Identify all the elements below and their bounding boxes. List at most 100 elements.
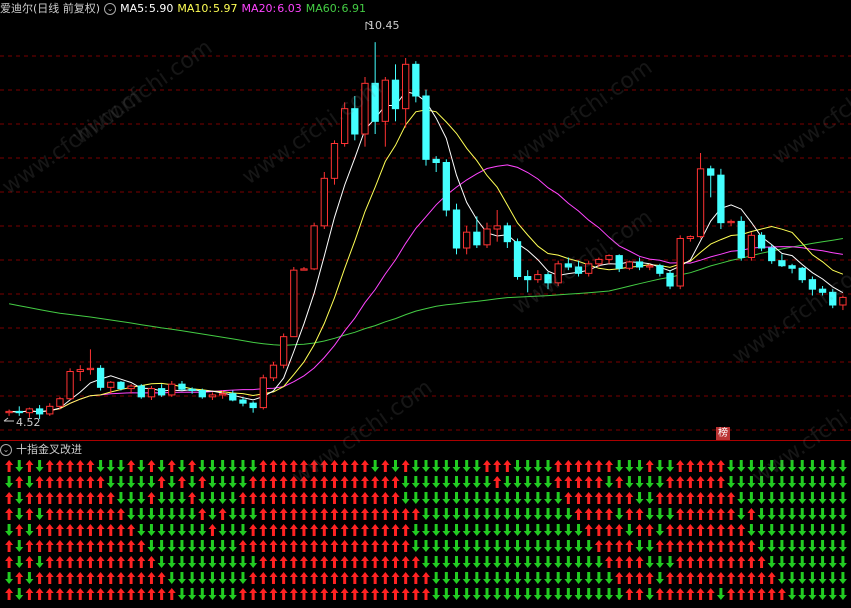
arrow-down-icon	[5, 476, 14, 488]
arrow-down-icon	[818, 524, 827, 536]
arrow-down-icon	[442, 460, 451, 472]
candle-body	[239, 399, 247, 404]
candle-body	[646, 265, 654, 268]
arrow-down-icon	[218, 540, 227, 552]
arrow-down-icon	[25, 476, 34, 488]
arrow-up-icon	[340, 556, 349, 568]
arrow-down-icon	[635, 476, 644, 488]
settings-toggle-icon[interactable]: ⌄	[104, 3, 117, 15]
stock-name[interactable]: 爱迪尔(日线 前复权)	[0, 2, 100, 15]
candle-body	[381, 79, 389, 122]
arrow-up-icon	[25, 460, 34, 472]
arrow-down-icon	[747, 460, 756, 472]
arrow-down-icon	[198, 540, 207, 552]
arrow-up-icon	[360, 524, 369, 536]
arrow-up-icon	[167, 460, 176, 472]
arrow-up-icon	[605, 460, 614, 472]
candle-body	[463, 231, 471, 249]
arrow-up-icon	[299, 540, 308, 552]
arrow-up-icon	[25, 588, 34, 600]
arrow-up-icon	[106, 508, 115, 520]
candle-body	[595, 258, 603, 265]
arrow-up-icon	[127, 572, 136, 584]
arrow-down-icon	[147, 540, 156, 552]
arrow-down-icon	[737, 492, 746, 504]
arrow-up-icon	[605, 492, 614, 504]
arrow-up-icon	[493, 460, 502, 472]
arrow-down-icon	[106, 476, 115, 488]
arrow-down-icon	[167, 556, 176, 568]
arrow-up-icon	[320, 556, 329, 568]
arrow-up-icon	[116, 524, 125, 536]
arrow-down-icon	[493, 492, 502, 504]
arrow-down-icon	[533, 540, 542, 552]
arrow-up-icon	[666, 588, 675, 600]
arrow-up-icon	[411, 508, 420, 520]
ma10-value: 5.97	[213, 2, 238, 15]
arrow-down-icon	[788, 508, 797, 520]
arrow-down-icon	[177, 508, 186, 520]
arrow-down-icon	[167, 540, 176, 552]
arrow-down-icon	[757, 540, 766, 552]
arrow-down-icon	[584, 556, 593, 568]
arrow-down-icon	[5, 572, 14, 584]
arrow-up-icon	[249, 476, 258, 488]
arrow-up-icon	[106, 492, 115, 504]
arrow-down-icon	[777, 524, 786, 536]
arrow-up-icon	[25, 508, 34, 520]
arrow-down-icon	[737, 476, 746, 488]
arrow-down-icon	[462, 556, 471, 568]
candle-body	[351, 108, 359, 135]
arrow-down-icon	[584, 588, 593, 600]
arrow-up-icon	[320, 492, 329, 504]
arrow-down-icon	[208, 572, 217, 584]
candle-body	[168, 383, 176, 396]
candle-body	[147, 388, 156, 398]
arrow-up-icon	[299, 556, 308, 568]
arrow-up-icon	[259, 492, 268, 504]
indicator-toggle-icon[interactable]: ⌄	[0, 444, 12, 456]
arrow-down-icon	[533, 460, 542, 472]
kline-chart[interactable]	[0, 0, 851, 608]
arrow-up-icon	[96, 556, 105, 568]
arrow-down-icon	[493, 572, 502, 584]
arrow-up-icon	[727, 524, 736, 536]
indicator-title[interactable]: 十指金叉改进	[16, 443, 82, 456]
arrow-up-icon	[615, 540, 624, 552]
arrow-down-icon	[828, 540, 837, 552]
arrow-up-icon	[686, 460, 695, 472]
ma20-value: 6.03	[277, 2, 302, 15]
arrow-up-icon	[371, 508, 380, 520]
arrow-up-icon	[157, 588, 166, 600]
arrow-down-icon	[574, 540, 583, 552]
arrow-up-icon	[320, 508, 329, 520]
arrow-up-icon	[310, 460, 319, 472]
candle-body	[107, 381, 115, 388]
arrow-down-icon	[432, 572, 441, 584]
arrow-down-icon	[218, 572, 227, 584]
candle-body	[524, 276, 532, 281]
chart-window[interactable]: 爱迪尔(日线 前复权) ⌄ MA5:5.90 MA10:5.97 MA20:6.03 MA…	[0, 0, 851, 608]
arrow-down-icon	[757, 460, 766, 472]
arrow-down-icon	[788, 540, 797, 552]
arrow-down-icon	[544, 572, 553, 584]
arrow-up-icon	[605, 556, 614, 568]
arrow-up-icon	[76, 476, 85, 488]
arrow-up-icon	[716, 476, 725, 488]
arrow-down-icon	[808, 540, 817, 552]
pane-divider[interactable]	[0, 440, 851, 441]
arrow-up-icon	[371, 572, 380, 584]
arrow-up-icon	[218, 508, 227, 520]
ma60-value: 6.91	[341, 2, 366, 15]
header-bar: 爱迪尔(日线 前复权) ⌄ MA5:5.90 MA10:5.97 MA20:6.03 MA…	[0, 0, 370, 18]
arrow-up-icon	[381, 492, 390, 504]
arrow-up-icon	[350, 476, 359, 488]
ranking-badge[interactable]: 榜	[716, 427, 730, 440]
arrow-up-icon	[676, 540, 685, 552]
arrow-up-icon	[554, 476, 563, 488]
arrow-up-icon	[411, 588, 420, 600]
arrow-up-icon	[696, 476, 705, 488]
arrow-up-icon	[686, 556, 695, 568]
arrow-down-icon	[462, 572, 471, 584]
arrow-down-icon	[137, 524, 146, 536]
